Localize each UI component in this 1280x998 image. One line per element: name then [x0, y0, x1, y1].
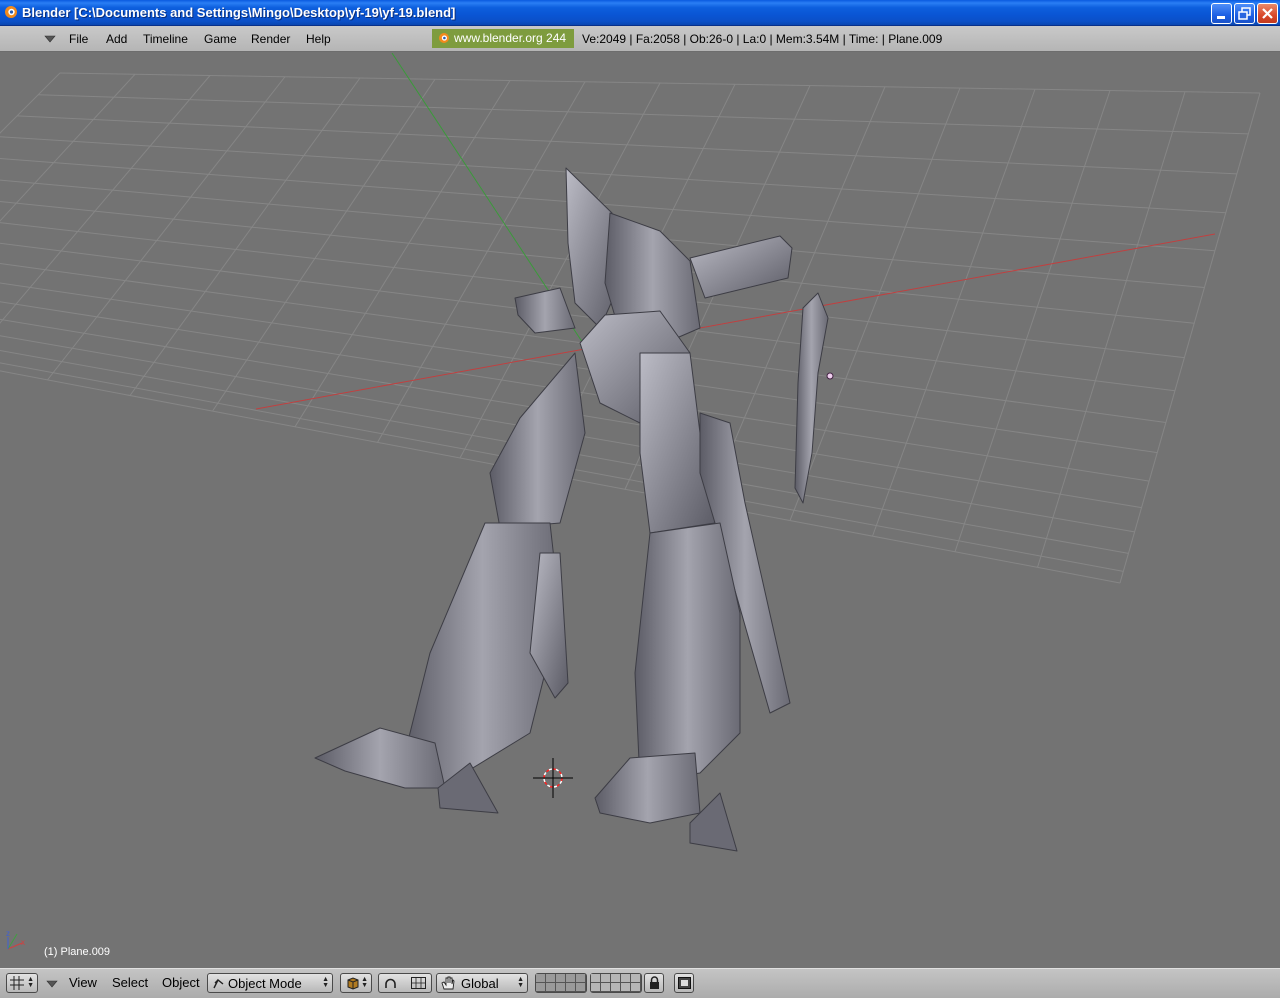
blender-logo-icon — [439, 33, 449, 43]
layer-buttons-2[interactable] — [590, 973, 642, 993]
header-collapse-icon[interactable] — [46, 980, 58, 988]
lock-layers-button[interactable] — [644, 973, 664, 993]
minimize-icon — [1217, 16, 1225, 19]
transform-orientation-select[interactable]: Global ▲ ▼ — [436, 973, 528, 993]
draw-type-select[interactable]: ▲ ▼ — [340, 973, 372, 993]
menu-object[interactable]: Object — [162, 975, 200, 990]
pivot-icon — [385, 978, 396, 988]
grid-line — [0, 72, 61, 134]
render-icon — [678, 977, 691, 989]
updown-arrows-icon: ▲ ▼ — [517, 976, 524, 989]
3d-viewport[interactable]: x z (1) Plane.009 — [0, 53, 1280, 968]
mode-select[interactable]: Object Mode ▲ ▼ — [207, 973, 333, 993]
close-button[interactable] — [1257, 3, 1278, 24]
snap-grid-icon — [411, 977, 426, 989]
menu-view[interactable]: View — [69, 975, 97, 990]
menu-render[interactable]: Render — [251, 32, 290, 46]
restore-icon — [1238, 7, 1251, 20]
grid-line — [59, 72, 1261, 94]
grid-line — [954, 90, 1111, 552]
axis-gizmo-icon: x z — [6, 929, 25, 950]
window-titlebar[interactable]: Blender [C:\Documents and Settings\Mingo… — [0, 0, 1280, 26]
active-object-label: (1) Plane.009 — [44, 946, 111, 958]
info-header: File Add Timeline Game Render Help www.b… — [0, 26, 1280, 52]
editor-type-button[interactable]: ▲ ▼ — [6, 973, 38, 993]
header-collapse-icon[interactable] — [44, 35, 56, 43]
pivot-point-select[interactable] — [378, 973, 432, 993]
menu-select[interactable]: Select — [112, 975, 148, 990]
grid-line — [212, 78, 436, 412]
grid-line — [0, 136, 1226, 214]
grid-line — [0, 73, 136, 222]
grid-line — [1037, 91, 1186, 568]
grid-line — [1119, 92, 1261, 584]
lock-icon — [650, 976, 659, 989]
object-mode-icon — [213, 978, 224, 989]
blender-website-badge: www.blender.org 244 — [432, 29, 574, 48]
hand-manipulator-icon — [441, 976, 455, 990]
menu-help[interactable]: Help — [306, 32, 331, 46]
gizmo-z-label: z — [6, 929, 10, 938]
mode-select-value: Object Mode — [228, 976, 302, 991]
grid-line — [17, 115, 1237, 175]
minimize-button[interactable] — [1211, 3, 1232, 24]
menu-timeline[interactable]: Timeline — [143, 32, 188, 46]
grid-editor-icon — [10, 976, 24, 990]
window-title: Blender [C:\Documents and Settings\Mingo… — [22, 5, 456, 20]
3d-view-header: ▲ ▼ View Select Object Object Mode ▲ ▼ ▲ ▼ — [0, 968, 1280, 998]
updown-arrows-icon: ▲ ▼ — [27, 976, 34, 989]
grid-line — [47, 76, 286, 381]
scene-stats: Ve:2049 | Fa:2058 | Ob:26-0 | La:0 | Mem… — [582, 32, 943, 46]
object-origin-dot — [826, 372, 834, 380]
gizmo-x-label: x — [21, 938, 25, 947]
updown-arrows-icon: ▲ ▼ — [322, 976, 329, 989]
menu-file[interactable]: File — [69, 32, 88, 46]
grid-line — [38, 94, 1249, 135]
grid-line — [129, 77, 361, 396]
grid-line — [294, 80, 511, 428]
restore-button[interactable] — [1234, 3, 1255, 24]
updown-arrows-icon: ▲ ▼ — [361, 976, 368, 989]
viewport-canvas[interactable]: x z — [0, 53, 1280, 968]
render-preview-button[interactable] — [674, 973, 694, 993]
menu-game[interactable]: Game — [204, 32, 237, 46]
menu-add[interactable]: Add — [106, 32, 127, 46]
3d-cursor-icon — [533, 758, 573, 798]
grid-line — [872, 89, 1036, 537]
blender-logo-icon — [5, 6, 17, 18]
orientation-select-value: Global — [461, 976, 499, 991]
blender-website-text: www.blender.org 244 — [454, 31, 567, 45]
layer-buttons-1[interactable] — [535, 973, 587, 993]
close-icon — [1262, 8, 1273, 19]
solid-shading-icon — [347, 977, 359, 990]
